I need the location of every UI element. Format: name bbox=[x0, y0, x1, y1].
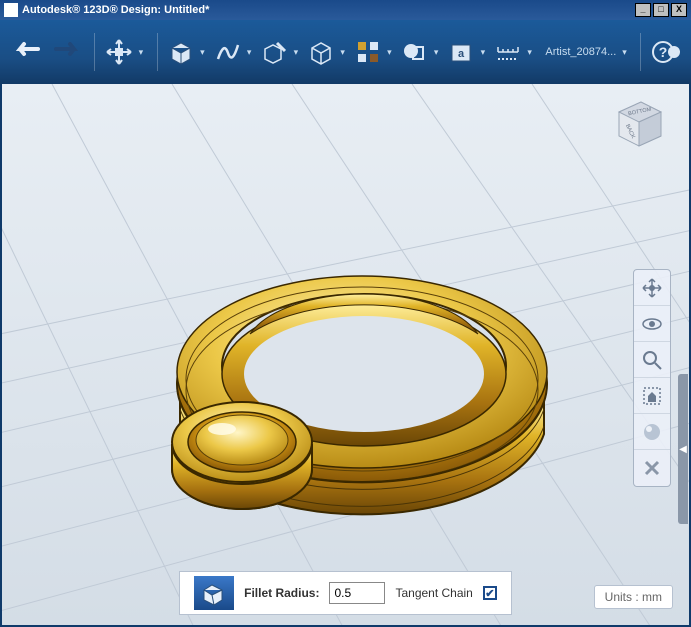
titlebar: Autodesk® 123D® Design: Untitled* _ □ X bbox=[0, 0, 691, 20]
viewcube[interactable]: BOTTOM BACK bbox=[609, 92, 669, 152]
redo-arrow-icon bbox=[50, 41, 84, 63]
modify-dropdown[interactable]: ▾ bbox=[340, 47, 348, 58]
overlap-shapes-icon bbox=[401, 39, 427, 65]
primitives-button[interactable] bbox=[167, 32, 194, 72]
tangent-chain-checkbox[interactable]: ✔ bbox=[483, 586, 497, 600]
measure-button[interactable] bbox=[495, 32, 522, 72]
sphere-shaded-icon bbox=[641, 421, 663, 443]
help-button[interactable]: ? bbox=[651, 32, 681, 72]
move-icon bbox=[105, 38, 133, 66]
maximize-button[interactable]: □ bbox=[653, 3, 669, 17]
sketch-button[interactable] bbox=[214, 32, 241, 72]
panel-expand-handle[interactable]: ◀ bbox=[678, 374, 688, 524]
units-button[interactable]: Units : mm bbox=[594, 585, 673, 609]
search-dropdown[interactable]: ▾ bbox=[622, 47, 630, 58]
pattern-grid-icon bbox=[356, 40, 380, 64]
sketch-spline-icon bbox=[214, 39, 240, 65]
material-toggle-button[interactable] bbox=[634, 414, 670, 450]
primitives-dropdown[interactable]: ▾ bbox=[200, 47, 208, 58]
cube-outline-icon bbox=[308, 39, 334, 65]
fillet-tool-icon bbox=[194, 576, 234, 610]
minimize-button[interactable]: _ bbox=[635, 3, 651, 17]
magnifier-icon bbox=[641, 349, 663, 371]
viewport-3d[interactable]: BOTTOM BACK ◀ Fillet Radius: Tangent Cha… bbox=[0, 84, 691, 627]
toolbar-search-text: Artist_20874... bbox=[545, 46, 616, 58]
svg-text:a: a bbox=[458, 48, 465, 60]
ruler-icon bbox=[495, 39, 521, 65]
grouping-button[interactable] bbox=[401, 32, 428, 72]
undo-button[interactable] bbox=[10, 32, 44, 72]
window-title: Autodesk® 123D® Design: Untitled* bbox=[22, 4, 633, 16]
zoom-button[interactable] bbox=[634, 342, 670, 378]
fillet-radius-label: Fillet Radius: bbox=[244, 586, 319, 600]
sketch-dropdown[interactable]: ▾ bbox=[247, 47, 255, 58]
help-icon: ? bbox=[651, 37, 681, 67]
grouping-dropdown[interactable]: ▾ bbox=[434, 47, 442, 58]
orbit-icon bbox=[641, 313, 663, 335]
pattern-dropdown[interactable]: ▾ bbox=[387, 47, 395, 58]
undo-arrow-icon bbox=[10, 41, 44, 63]
pattern-button[interactable] bbox=[354, 32, 381, 72]
fit-button[interactable] bbox=[634, 378, 670, 414]
cube-pencil-icon bbox=[261, 39, 287, 65]
pan-button[interactable] bbox=[634, 270, 670, 306]
tool-options-bar: Fillet Radius: Tangent Chain ✔ bbox=[2, 571, 689, 615]
construct-button[interactable] bbox=[261, 32, 288, 72]
model-gold-ring[interactable] bbox=[132, 234, 562, 574]
toolbar-separator bbox=[640, 33, 641, 71]
close-button[interactable]: X bbox=[671, 3, 687, 17]
checkmark-icon: ✔ bbox=[485, 587, 494, 600]
app-icon bbox=[4, 3, 18, 17]
pan-icon bbox=[641, 277, 663, 299]
units-label: Units : mm bbox=[605, 590, 662, 604]
fillet-options-group: Fillet Radius: Tangent Chain ✔ bbox=[179, 571, 512, 615]
combine-button[interactable]: a bbox=[448, 32, 475, 72]
move-tool-button[interactable] bbox=[105, 32, 133, 72]
fit-extents-icon bbox=[641, 385, 663, 407]
combine-dropdown[interactable]: ▾ bbox=[481, 47, 489, 58]
tangent-chain-label: Tangent Chain bbox=[395, 586, 472, 600]
modify-button[interactable] bbox=[308, 32, 335, 72]
app-name: Autodesk® 123D® Design: bbox=[22, 4, 161, 16]
measure-dropdown[interactable]: ▾ bbox=[527, 47, 535, 58]
x-icon bbox=[642, 458, 662, 478]
construct-dropdown[interactable]: ▾ bbox=[294, 47, 302, 58]
navigation-bar bbox=[633, 269, 671, 487]
close-nav-button[interactable] bbox=[634, 450, 670, 486]
toolbar-separator bbox=[157, 33, 158, 71]
move-dropdown[interactable]: ▾ bbox=[139, 47, 147, 58]
redo-button[interactable] bbox=[50, 32, 84, 72]
fillet-radius-input[interactable] bbox=[329, 582, 385, 604]
orbit-button[interactable] bbox=[634, 306, 670, 342]
toolbar-separator bbox=[94, 33, 95, 71]
svg-text:?: ? bbox=[659, 44, 668, 60]
cube-shaded-icon bbox=[168, 39, 194, 65]
box-a-icon: a bbox=[448, 39, 474, 65]
main-toolbar: ▾ ▾ ▾ ▾ ▾ ▾ ▾ a ▾ ▾ Artist_20874... ▾ ? bbox=[0, 20, 691, 84]
document-name: Untitled* bbox=[164, 4, 209, 16]
